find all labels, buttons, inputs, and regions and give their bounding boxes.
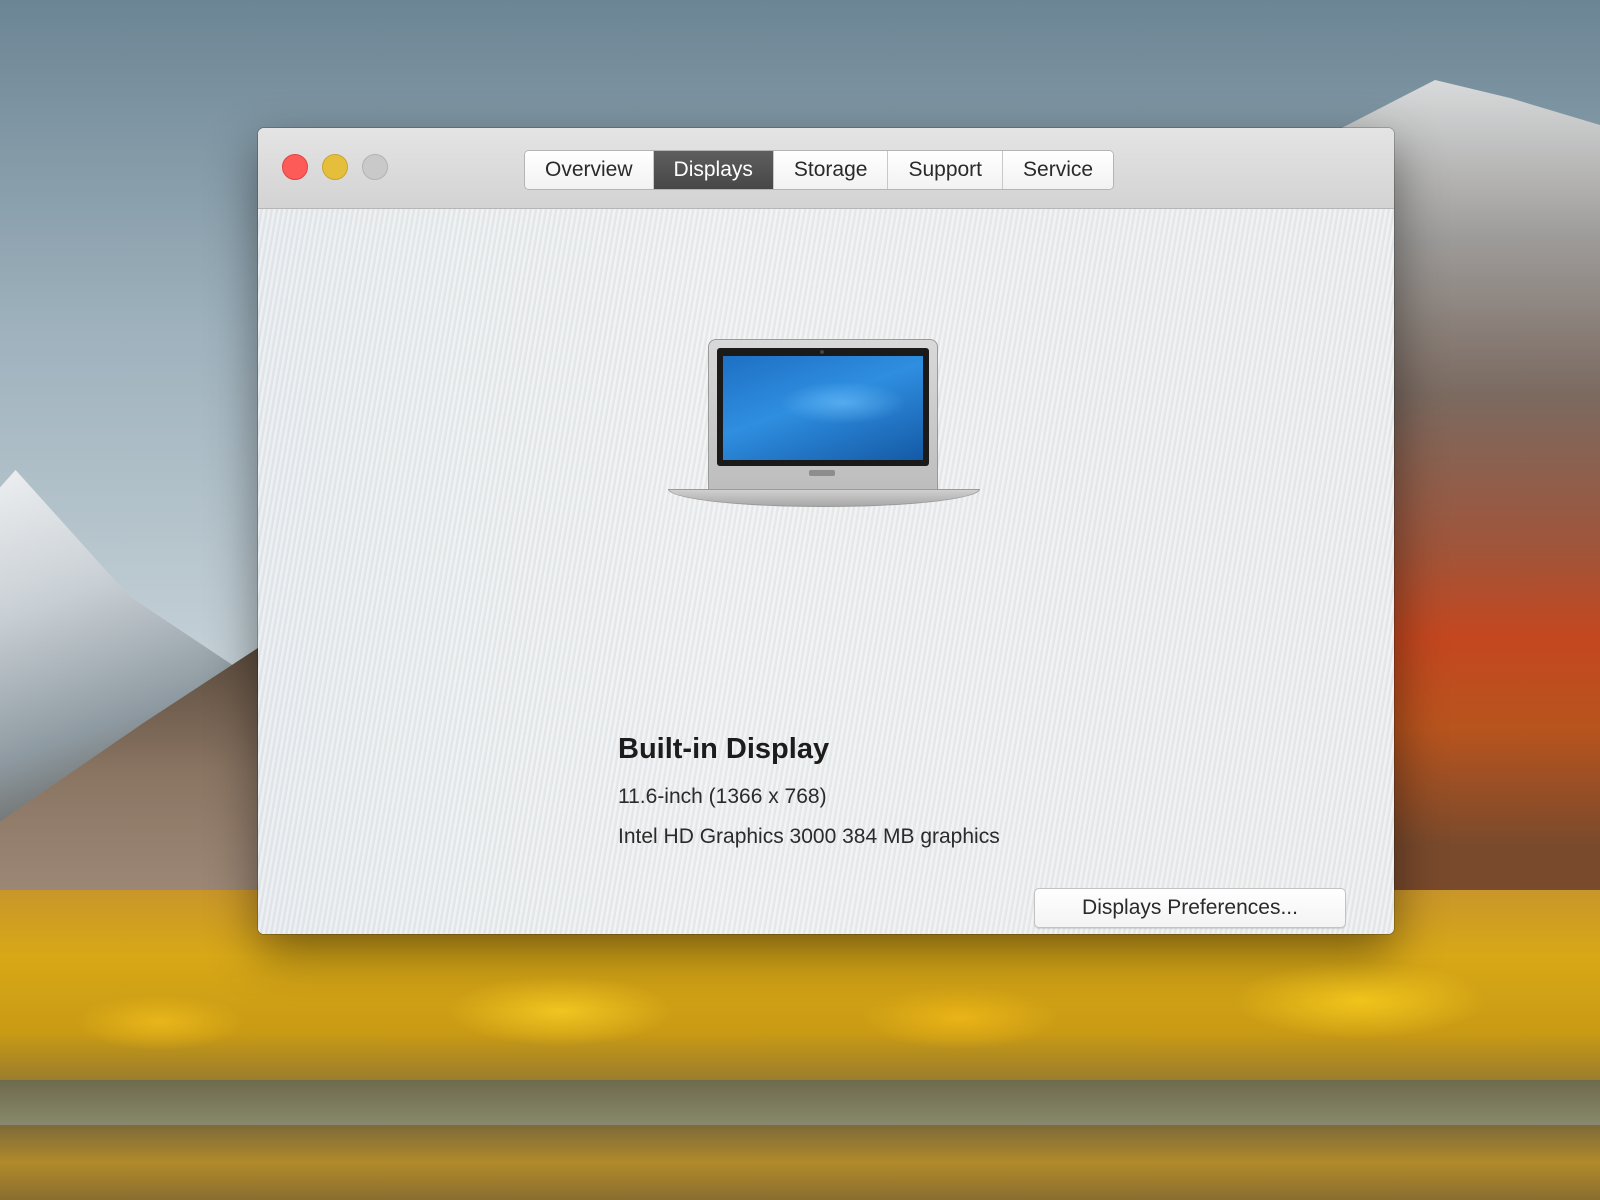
display-size-resolution: 11.6-inch (1366 x 768) — [618, 785, 827, 808]
minimize-window-button[interactable] — [322, 154, 348, 180]
tab-overview[interactable]: Overview — [525, 151, 654, 189]
tab-bar: Overview Displays Storage Support Servic… — [524, 150, 1115, 190]
laptop-base — [668, 489, 980, 507]
camera-dot — [820, 350, 824, 354]
zoom-window-button — [362, 154, 388, 180]
close-window-button[interactable] — [282, 154, 308, 180]
tab-displays[interactable]: Displays — [653, 151, 774, 189]
tab-storage[interactable]: Storage — [773, 151, 889, 189]
tab-support[interactable]: Support — [888, 151, 1004, 189]
wallpaper-lake — [0, 1125, 1600, 1200]
displays-preferences-button[interactable]: Displays Preferences... — [1034, 888, 1346, 928]
window-titlebar[interactable]: Overview Displays Storage Support Servic… — [258, 128, 1394, 209]
wallpaper-shore — [0, 1080, 1600, 1130]
laptop-screen — [723, 356, 923, 460]
laptop-lid — [708, 339, 938, 491]
display-name: Built-in Display — [618, 733, 830, 765]
laptop-bezel — [717, 348, 929, 466]
tab-service[interactable]: Service — [1003, 151, 1114, 189]
laptop-icon — [668, 339, 980, 519]
about-this-mac-window: Overview Displays Storage Support Servic… — [258, 128, 1394, 934]
display-graphics: Intel HD Graphics 3000 384 MB graphics — [618, 825, 1000, 848]
displays-panel: Built-in Display 11.6-inch (1366 x 768) … — [258, 209, 1394, 934]
laptop-logo-mark — [809, 470, 835, 476]
